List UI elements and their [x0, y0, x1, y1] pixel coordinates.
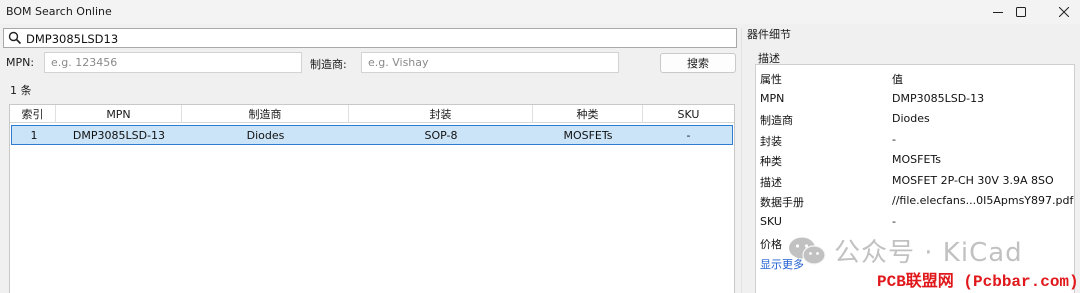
site-watermark: PCB联盟网 (Pcbbar.com) [877, 273, 1079, 291]
search-bar[interactable]: DMP3085LSD13 [3, 28, 737, 48]
detail-value-datasheet[interactable]: //file.elecfans...0I5ApmsY897.pdf [892, 194, 1073, 207]
results-table: 索引 MPN 制造商 封装 种类 SKU 1 DMP3085LSD-13 Dio… [9, 104, 735, 293]
detail-value-category: MOSFETs [892, 153, 942, 166]
column-header-index[interactable]: 索引 [10, 105, 56, 123]
cell-category: MOSFETs [563, 128, 613, 142]
details-header-value: 值 [892, 73, 903, 86]
maximize-button[interactable] [998, 0, 1044, 24]
column-header-package[interactable]: 封装 [349, 105, 533, 123]
panel-divider[interactable] [741, 28, 742, 293]
detail-label-mpn: MPN [760, 92, 785, 105]
search-input[interactable]: DMP3085LSD13 [26, 32, 118, 46]
column-header-manufacturer[interactable]: 制造商 [182, 105, 349, 123]
details-header-label: 属性 [760, 73, 782, 86]
detail-value-mpn: DMP3085LSD-13 [892, 92, 985, 105]
detail-value-sku: - [892, 215, 896, 228]
details-section-title: 器件细节 [747, 26, 793, 42]
detail-value-package: - [892, 133, 896, 146]
column-header-mpn[interactable]: MPN [56, 105, 182, 123]
detail-label-datasheet: 数据手册 [760, 196, 804, 209]
detail-label-price: 价格 [760, 238, 782, 251]
detail-label-category: 种类 [760, 155, 782, 168]
table-row[interactable]: 1 DMP3085LSD-13 Diodes SOP-8 MOSFETs - [11, 125, 733, 145]
search-button[interactable]: 搜索 [660, 53, 736, 73]
title-bar: BOM Search Online [0, 0, 1080, 24]
wechat-icon [789, 237, 826, 265]
cell-manufacturer: Diodes [246, 128, 285, 142]
detail-value-description: MOSFET 2P-CH 30V 3.9A 8SO [892, 174, 1054, 187]
cell-index: 1 [30, 128, 38, 142]
detail-label-description: 描述 [760, 176, 782, 189]
cell-package: SOP-8 [424, 128, 458, 142]
cell-mpn: DMP3085LSD-13 [72, 128, 166, 142]
detail-label-package: 封装 [760, 135, 782, 148]
manufacturer-input[interactable] [362, 53, 618, 72]
detail-label-manufacturer: 制造商 [760, 114, 793, 127]
mpn-label: MPN: [6, 56, 35, 69]
close-icon [1059, 7, 1069, 17]
manufacturer-field-wrap [361, 52, 619, 73]
maximize-icon [1016, 7, 1026, 17]
search-icon [8, 31, 22, 45]
manufacturer-label: 制造商: [310, 58, 347, 71]
window-title: BOM Search Online [6, 5, 112, 18]
close-button[interactable] [1041, 0, 1080, 24]
watermark-text: 公众号 · KiCad [834, 238, 1023, 268]
mpn-input[interactable] [45, 53, 301, 72]
watermark: 公众号 · KiCad [788, 232, 1023, 269]
detail-label-sku: SKU [760, 215, 782, 228]
mpn-field-wrap [44, 52, 302, 73]
result-count: 1 条 [10, 84, 32, 97]
column-header-sku[interactable]: SKU [643, 105, 734, 123]
column-header-category[interactable]: 种类 [533, 105, 643, 123]
detail-value-manufacturer: Diodes [892, 112, 930, 125]
table-header: 索引 MPN 制造商 封装 种类 SKU [10, 105, 734, 123]
cell-sku: - [686, 128, 691, 142]
